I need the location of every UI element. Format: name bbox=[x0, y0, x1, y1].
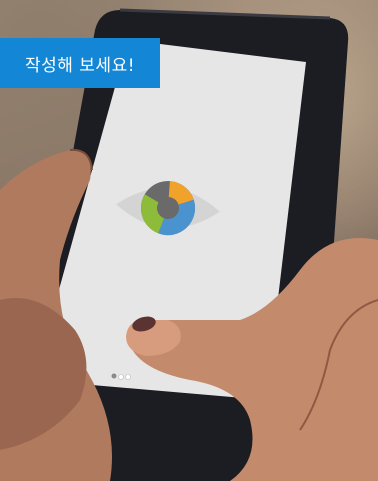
photo-scene: 작성해 보세요! bbox=[0, 0, 378, 481]
write-prompt-badge[interactable]: 작성해 보세요! bbox=[0, 38, 160, 88]
